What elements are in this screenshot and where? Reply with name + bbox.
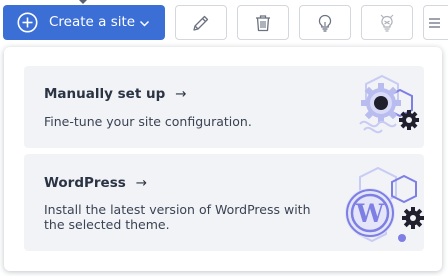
manual-setup-title: Manually set up → xyxy=(44,86,187,103)
delete-button[interactable] xyxy=(237,5,289,40)
pointer-tick-icon xyxy=(79,0,87,4)
plus-circle-icon xyxy=(17,12,38,33)
wordpress-title: WordPress → xyxy=(44,175,147,192)
edit-button[interactable] xyxy=(175,5,227,40)
create-site-dropdown: Manually set up → Fine-tune your site con… xyxy=(4,47,442,271)
manual-setup-option[interactable]: Manually set up → Fine-tune your site con… xyxy=(24,66,424,148)
create-site-label: Create a site xyxy=(49,14,136,30)
pencil-icon xyxy=(193,15,209,31)
hint-button[interactable] xyxy=(299,5,351,40)
wordpress-option[interactable]: WordPress → Install the latest version of… xyxy=(24,154,424,251)
more-button[interactable] xyxy=(423,5,448,40)
wordpress-title-text: WordPress xyxy=(44,175,126,191)
create-site-button[interactable]: Create a site xyxy=(3,5,165,40)
trash-icon xyxy=(256,14,270,31)
svg-text:W: W xyxy=(355,199,385,228)
align-icon xyxy=(429,17,440,28)
toolbar: Create a site xyxy=(0,0,448,44)
wordpress-illustration-icon: W xyxy=(345,166,424,243)
manual-setup-title-text: Manually set up xyxy=(44,86,166,102)
hint-off-button[interactable] xyxy=(361,5,413,40)
wordpress-description: Install the latest version of WordPress … xyxy=(44,202,311,232)
lightbulb-off-icon xyxy=(380,14,394,32)
arrow-right-icon: → xyxy=(135,175,148,191)
chevron-down-icon xyxy=(139,20,150,27)
manual-setup-description: Fine-tune your site configuration. xyxy=(44,114,252,129)
gears-illustration-icon xyxy=(359,74,419,134)
lightbulb-icon xyxy=(318,14,332,32)
arrow-right-icon: → xyxy=(175,86,187,102)
